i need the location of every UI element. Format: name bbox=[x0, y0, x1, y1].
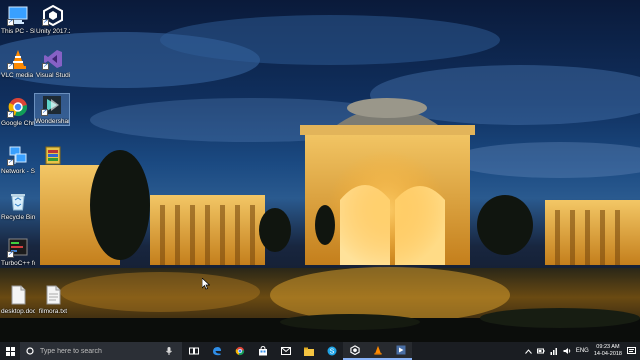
desktop-icon-label: Visual Studio 2017 bbox=[36, 72, 70, 79]
start-button[interactable] bbox=[0, 342, 20, 360]
taskbar-store-button[interactable] bbox=[251, 342, 274, 360]
desktop-icon-label: This PC - Shortcut bbox=[1, 28, 35, 35]
edge-icon bbox=[212, 347, 221, 356]
file-explorer-icon bbox=[303, 347, 314, 356]
filmora-icon: ↗ bbox=[41, 94, 63, 116]
vlc-icon: ↗ bbox=[7, 48, 29, 70]
visual-studio-icon: ↗ bbox=[42, 48, 64, 70]
turbo-cpp-icon: ↗ bbox=[7, 236, 29, 258]
task-view-icon bbox=[188, 347, 199, 355]
desktop-icon-label: Wondershare Filmora bbox=[35, 118, 69, 125]
wallpaper-scene bbox=[0, 15, 640, 342]
chrome-icon: ↗ bbox=[7, 96, 29, 118]
text-file-icon bbox=[42, 284, 64, 306]
action-center-icon[interactable] bbox=[627, 347, 636, 355]
network-status-icon[interactable] bbox=[550, 347, 558, 355]
desktop-icon-label: desktop.docx bbox=[1, 308, 35, 315]
taskbar-app-button[interactable] bbox=[389, 342, 412, 360]
desktop-icon-label: Google Chrome bbox=[1, 120, 35, 127]
taskbar-mail-button[interactable] bbox=[274, 342, 297, 360]
store-icon bbox=[258, 346, 267, 356]
app-icon bbox=[396, 345, 405, 355]
battery-icon[interactable] bbox=[536, 347, 545, 355]
desktop-icon-label: Recycle Bin bbox=[1, 214, 35, 221]
taskbar-skype-button[interactable]: S bbox=[320, 342, 343, 360]
taskbar-unity-button[interactable] bbox=[343, 342, 366, 360]
desktop-icon-unity[interactable]: ↗ Unity 2017.2.0... bbox=[36, 4, 70, 35]
system-tray: ENG 09:23 AM 14-04-2018 bbox=[524, 342, 640, 360]
desktop-icon-vlc[interactable]: ↗ VLC media player bbox=[1, 48, 35, 79]
this-pc-icon: ↗ bbox=[7, 4, 29, 26]
desktop-icon-filmora-txt[interactable]: filmora.txt bbox=[36, 284, 70, 315]
task-view-button[interactable] bbox=[182, 342, 205, 360]
chevron-up-icon[interactable] bbox=[524, 348, 532, 354]
desktop-icon-turbo-cpp[interactable]: ↗ TurboC++ for Windo... bbox=[1, 236, 35, 267]
clock-time: 09:23 AM bbox=[596, 344, 620, 350]
desktop-icon-label: TurboC++ for Windo... bbox=[1, 260, 35, 267]
desktop-icon-this-pc[interactable]: ↗ This PC - Shortcut bbox=[1, 4, 35, 35]
unity-icon bbox=[349, 345, 360, 355]
taskbar-file-explorer-button[interactable] bbox=[297, 342, 320, 360]
skype-icon: S bbox=[327, 346, 336, 356]
desktop-icon-label: Unity 2017.2.0... bbox=[36, 28, 70, 35]
cortana-circle-icon bbox=[26, 347, 34, 355]
unity-icon: ↗ bbox=[42, 4, 64, 27]
taskbar-chrome-button[interactable] bbox=[228, 342, 251, 360]
svg-text:S: S bbox=[329, 349, 334, 356]
microphone-icon[interactable] bbox=[166, 347, 172, 355]
archive-file-icon bbox=[42, 144, 64, 166]
windows-logo-icon bbox=[5, 346, 15, 356]
desktop-icon-desktop-docx[interactable]: desktop.docx bbox=[1, 284, 35, 315]
recycle-bin-icon bbox=[7, 190, 29, 212]
clock-date: 14-04-2018 bbox=[593, 351, 622, 357]
desktop-icon-chrome[interactable]: ↗ Google Chrome bbox=[1, 96, 35, 127]
desktop-icon-visual-studio[interactable]: ↗ Visual Studio 2017 bbox=[36, 48, 70, 79]
volume-icon[interactable] bbox=[563, 347, 571, 355]
document-icon bbox=[7, 284, 29, 306]
mouse-cursor-icon bbox=[202, 278, 210, 290]
desktop-icon-archive[interactable] bbox=[36, 144, 70, 168]
chrome-icon bbox=[235, 346, 244, 356]
taskbar-edge-button[interactable] bbox=[205, 342, 228, 360]
vlc-icon bbox=[373, 345, 382, 355]
mail-icon bbox=[280, 347, 291, 355]
desktop-icon-network[interactable]: ↗ Network - Shortcut bbox=[1, 144, 35, 175]
desktop-icon-filmora[interactable]: ↗ Wondershare Filmora bbox=[34, 93, 70, 126]
desktop-icon-recycle-bin[interactable]: Recycle Bin bbox=[1, 190, 35, 221]
desktop-icon-label: VLC media player bbox=[1, 72, 35, 79]
desktop-icon-label: filmora.txt bbox=[38, 308, 68, 315]
desktop-wallpaper bbox=[0, 0, 640, 342]
search-input[interactable] bbox=[40, 347, 160, 355]
clock[interactable]: 09:23 AM 14-04-2018 bbox=[594, 344, 622, 358]
language-indicator[interactable]: ENG bbox=[576, 348, 589, 354]
taskbar-search-box[interactable] bbox=[20, 342, 182, 360]
network-icon: ↗ bbox=[7, 144, 29, 166]
desktop-icon-label: Network - Shortcut bbox=[1, 168, 35, 175]
taskbar: S ENG 09:23 AM 14-04-2018 bbox=[0, 342, 640, 360]
taskbar-vlc-button[interactable] bbox=[366, 342, 389, 360]
